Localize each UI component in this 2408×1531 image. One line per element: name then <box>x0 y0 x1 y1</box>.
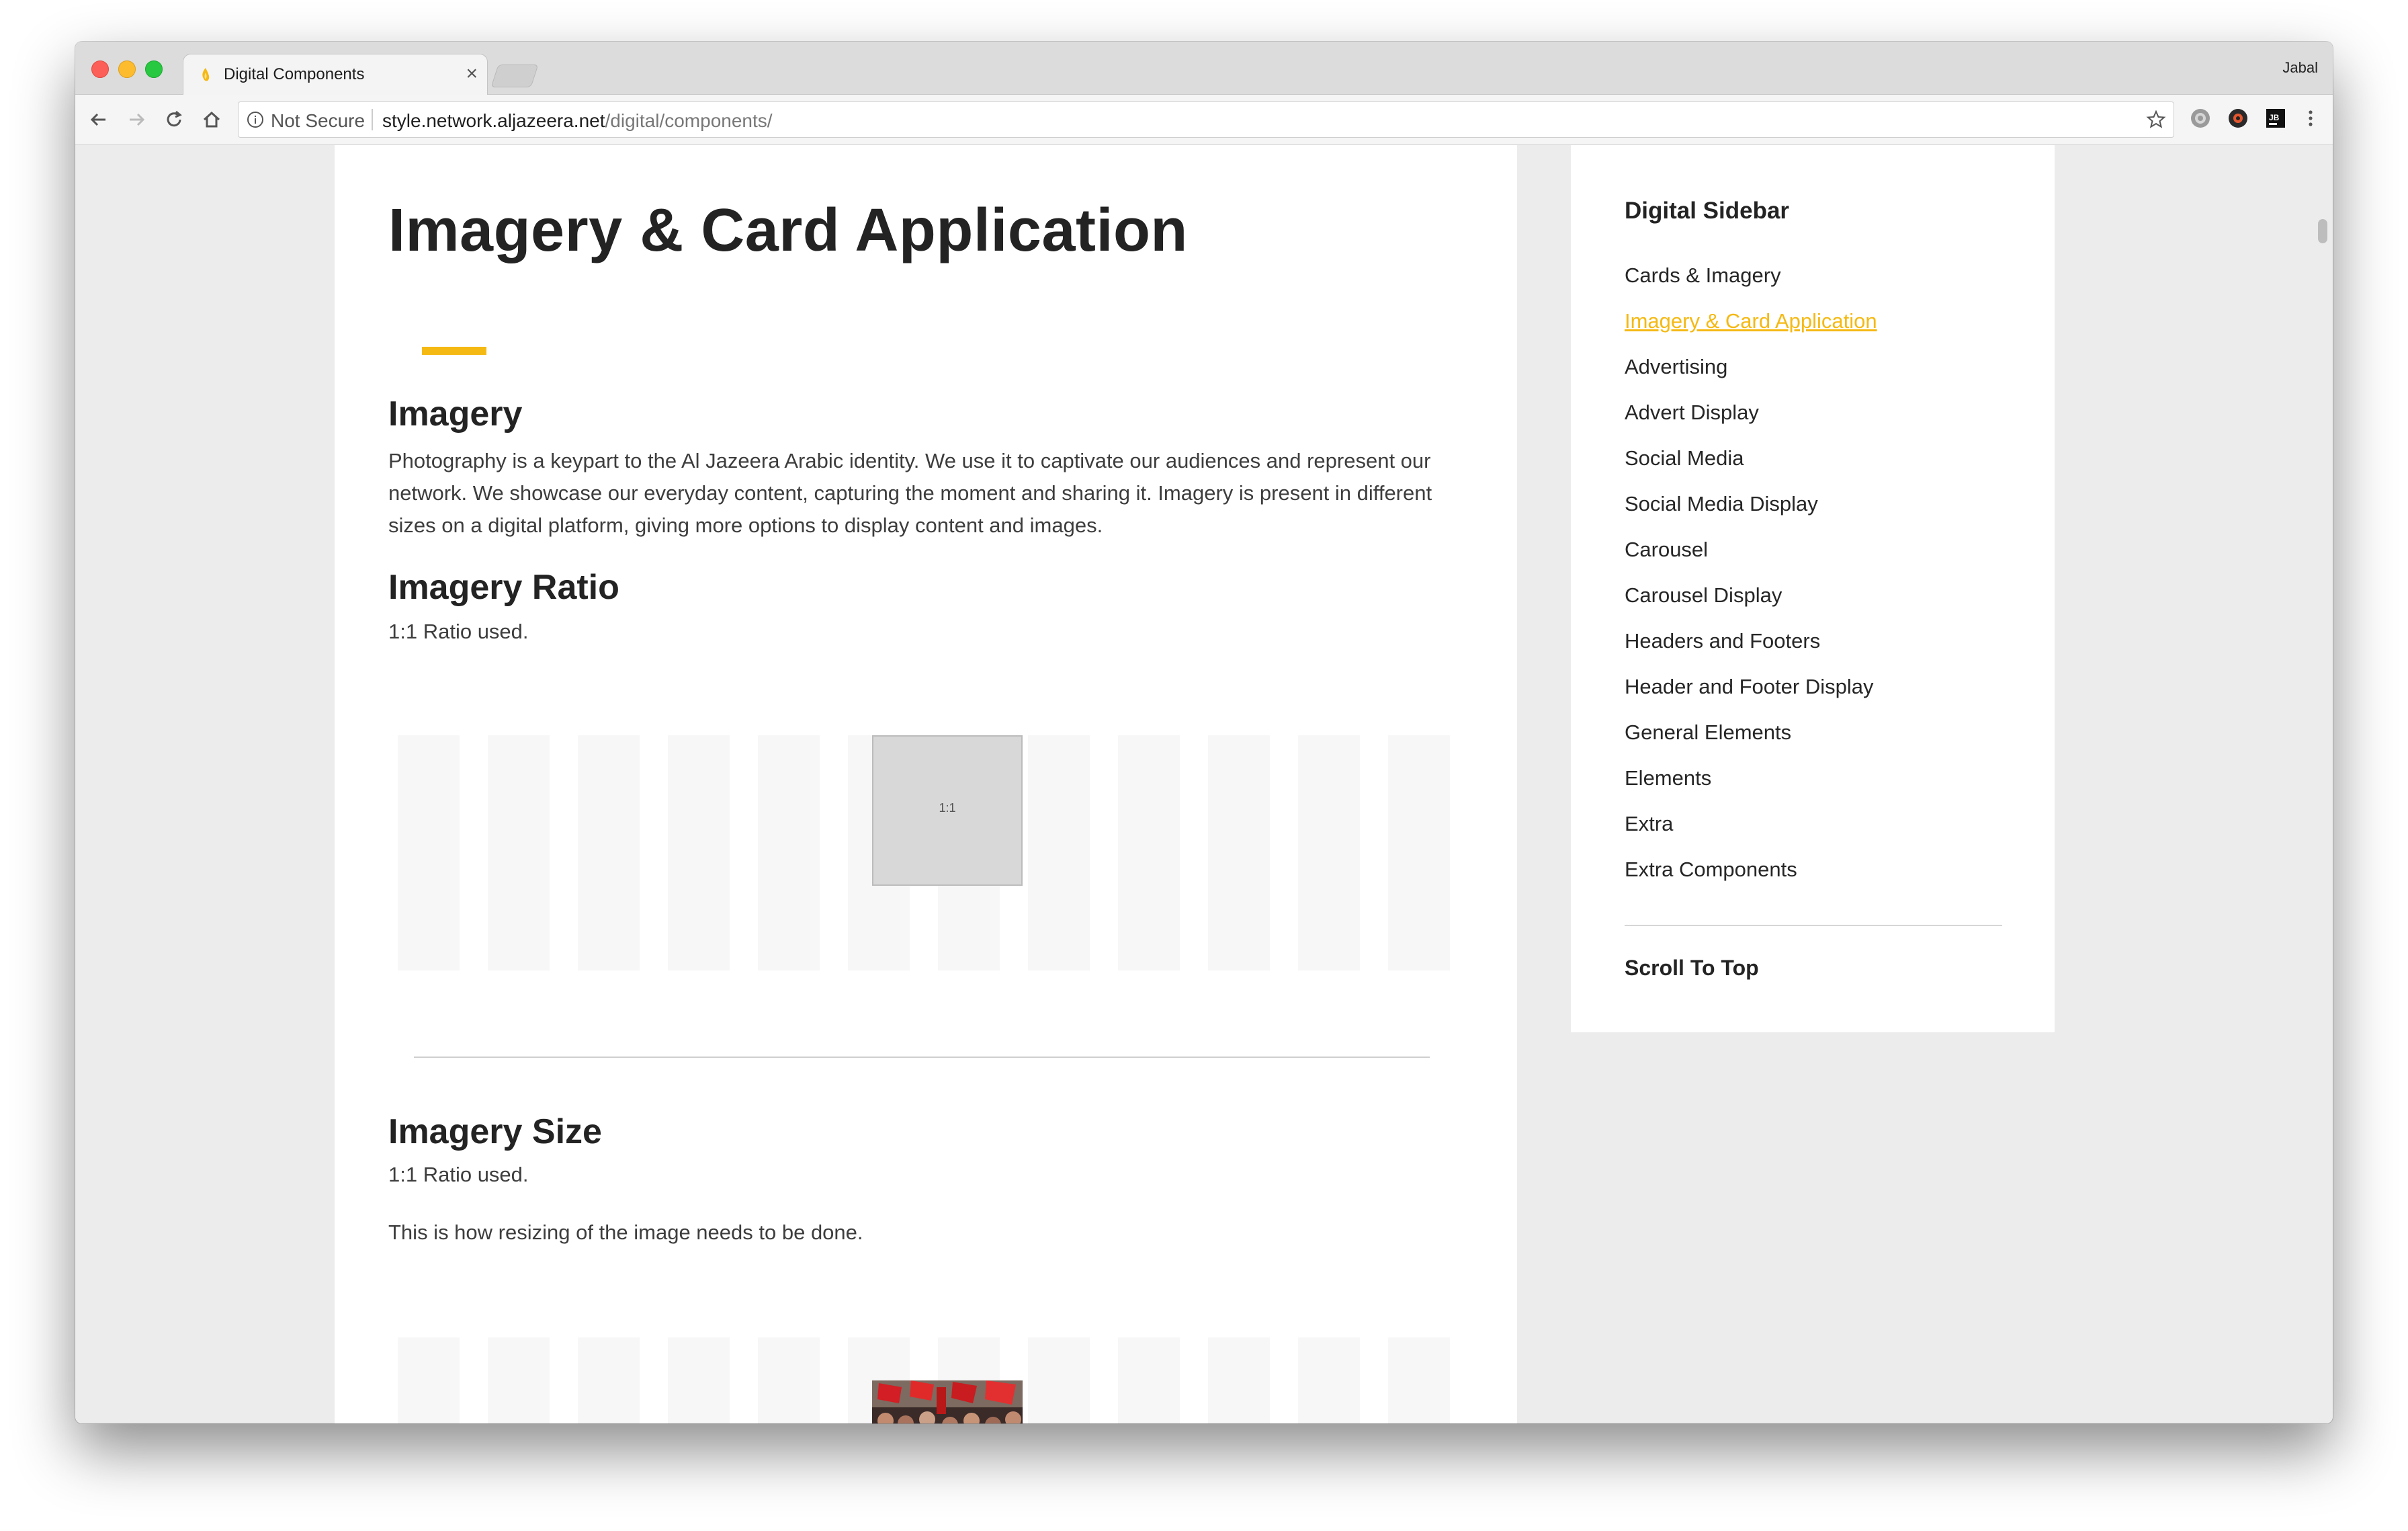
url-path: /digital/components/ <box>605 110 773 131</box>
imagery-ratio-heading: Imagery Ratio <box>388 568 619 607</box>
menu-kebab-icon[interactable] <box>2299 107 2322 130</box>
profile-name[interactable]: Jabal <box>2282 59 2318 77</box>
sidebar-item-imagery-card-application[interactable]: Imagery & Card Application <box>1625 309 1877 333</box>
sidebar-item-advertising[interactable]: Advertising <box>1625 355 1727 379</box>
tab-strip: Digital Components × Jabal <box>75 42 2333 96</box>
ratio-1-1-box: 1:1 <box>872 735 1023 886</box>
imagery-size-text: 1:1 Ratio used. <box>388 1163 529 1186</box>
page-scrollbar[interactable] <box>2318 219 2327 243</box>
sidebar-item-header-footer-display[interactable]: Header and Footer Display <box>1625 675 1873 699</box>
grid-column <box>1208 735 1270 970</box>
grid-column <box>1388 1337 1450 1423</box>
tab-title: Digital Components <box>224 65 365 83</box>
settings-extension-icon[interactable] <box>2189 107 2212 130</box>
grid-column <box>1028 1337 1090 1423</box>
main-content: Imagery & Card Application Imagery Photo… <box>335 145 1517 1423</box>
sidebar-item-advert-display[interactable]: Advert Display <box>1625 401 1759 425</box>
grid-column <box>1298 1337 1360 1423</box>
grid-column <box>488 735 550 970</box>
security-label: Not Secure <box>271 110 366 131</box>
sidebar-item-social-media-display[interactable]: Social Media Display <box>1625 492 1818 516</box>
info-icon[interactable] <box>247 111 264 128</box>
forward-arrow-icon[interactable] <box>125 108 148 131</box>
imagery-paragraph: Photography is a keypart to the Al Jazee… <box>388 449 1432 537</box>
grid-column <box>1388 735 1450 970</box>
new-tab-button[interactable] <box>490 65 539 87</box>
sidebar-item-general-elements[interactable]: General Elements <box>1625 720 1791 745</box>
camera-extension-icon[interactable] <box>2227 107 2249 130</box>
grid-column <box>1118 1337 1180 1423</box>
address-bar[interactable]: Not Secure style.network.aljazeera.net/d… <box>238 101 2174 138</box>
sidebar-item-social-media[interactable]: Social Media <box>1625 446 1744 470</box>
ratio-box-label: 1:1 <box>939 801 956 815</box>
close-window-button[interactable] <box>91 60 109 78</box>
minimize-window-button[interactable] <box>118 60 136 78</box>
browser-toolbar: Not Secure style.network.aljazeera.net/d… <box>75 95 2333 145</box>
grid-column <box>398 1337 460 1423</box>
sidebar-title: Digital Sidebar <box>1625 198 1790 224</box>
grid-column <box>578 1337 640 1423</box>
grid-column <box>668 1337 730 1423</box>
sidebar-item-extra-components[interactable]: Extra Components <box>1625 858 1797 882</box>
sidebar-item-extra[interactable]: Extra <box>1625 812 1673 836</box>
grid-column <box>758 735 820 970</box>
crowd-flags-photo <box>872 1380 1023 1423</box>
imagery-heading: Imagery <box>388 395 523 433</box>
section-divider <box>414 1057 1430 1058</box>
grid-column <box>1118 735 1180 970</box>
grid-column <box>1208 1337 1270 1423</box>
browser-window: Digital Components × Jabal Not Secure st… <box>75 42 2333 1423</box>
scroll-to-top-link[interactable]: Scroll To Top <box>1625 956 1759 981</box>
omnibox-separator <box>372 109 373 130</box>
page-title: Imagery & Card Application <box>388 197 1188 264</box>
reload-icon[interactable] <box>163 108 185 131</box>
bookmark-star-icon[interactable] <box>2145 109 2167 130</box>
page-viewport[interactable]: Imagery & Card Application Imagery Photo… <box>75 145 2333 1423</box>
grid-column <box>398 735 460 970</box>
imagery-size-note: This is how resizing of the image needs … <box>388 1220 863 1244</box>
sidebar-divider <box>1625 925 2002 926</box>
grid-column <box>1298 735 1360 970</box>
sidebar-item-elements[interactable]: Elements <box>1625 766 1711 790</box>
grid-column <box>758 1337 820 1423</box>
sidebar-item-headers-footers[interactable]: Headers and Footers <box>1625 629 1820 653</box>
grid-column <box>668 735 730 970</box>
sidebar-item-carousel[interactable]: Carousel <box>1625 538 1708 562</box>
url-host: style.network.aljazeera.net <box>382 110 605 131</box>
grid-column <box>578 735 640 970</box>
digital-sidebar: Digital Sidebar Cards & Imagery Imagery … <box>1571 145 2055 1032</box>
aljazeera-favicon-icon <box>202 68 210 81</box>
tab-close-icon[interactable]: × <box>466 63 478 85</box>
sidebar-item-cards-imagery[interactable]: Cards & Imagery <box>1625 263 1781 288</box>
tab-digital-components[interactable]: Digital Components × <box>183 54 488 96</box>
jetbrains-extension-icon[interactable]: JB <box>2264 107 2287 130</box>
maximize-window-button[interactable] <box>145 60 163 78</box>
grid-column <box>1028 735 1090 970</box>
sidebar-item-carousel-display[interactable]: Carousel Display <box>1625 583 1782 608</box>
grid-column <box>488 1337 550 1423</box>
imagery-size-heading: Imagery Size <box>388 1112 602 1151</box>
imagery-ratio-text: 1:1 Ratio used. <box>388 620 529 643</box>
svg-text:JB: JB <box>2269 113 2280 122</box>
back-arrow-icon[interactable] <box>87 108 110 131</box>
title-accent-bar <box>422 347 486 355</box>
url-text[interactable]: style.network.aljazeera.net/digital/comp… <box>382 110 773 132</box>
home-icon[interactable] <box>200 108 223 131</box>
